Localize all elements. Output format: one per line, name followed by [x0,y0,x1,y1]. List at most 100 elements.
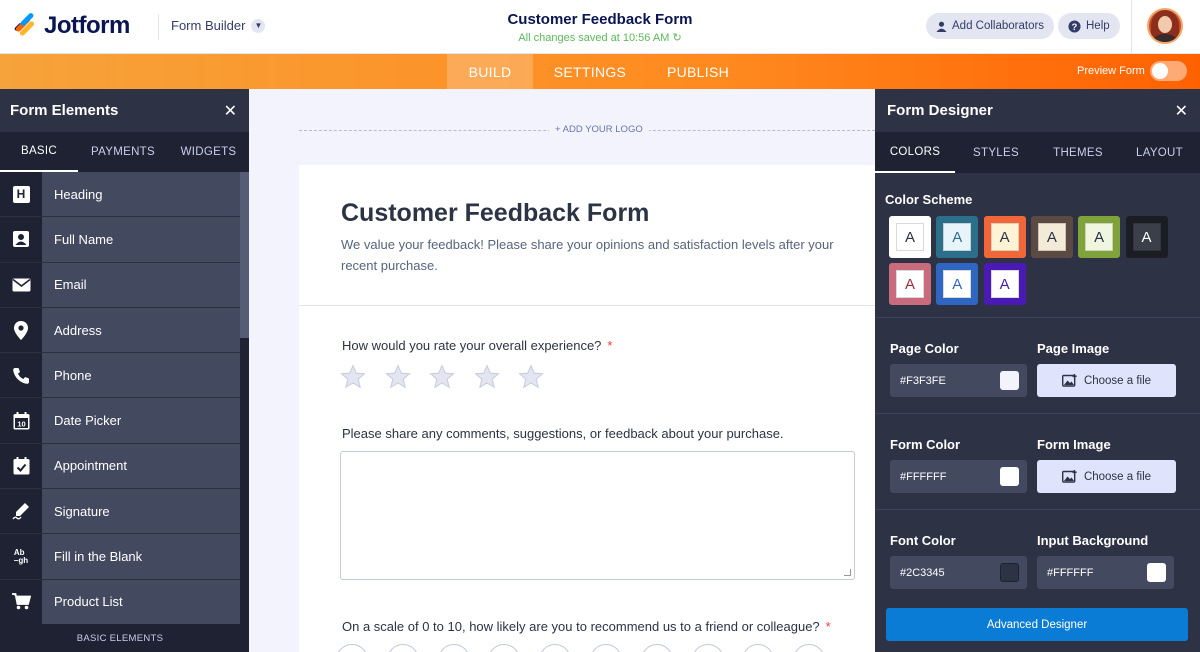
advanced-designer-button[interactable]: Advanced Designer [886,608,1188,641]
scale-option[interactable] [437,644,470,652]
form-description[interactable]: We value your feedback! Please share you… [341,234,841,276]
form-color-input[interactable]: #FFFFFF [890,460,1027,493]
color-scheme-label: Color Scheme [885,192,973,207]
color-scheme-option[interactable]: A [1125,216,1168,258]
scale-option[interactable] [488,644,521,652]
color-scheme-option[interactable]: A [936,216,979,258]
avatar[interactable] [1147,8,1183,44]
input-background-input[interactable]: #FFFFFF [1037,556,1174,589]
scrollbar-thumb[interactable] [240,172,249,338]
close-icon[interactable]: ✕ [1175,101,1188,121]
star-icon[interactable] [518,364,544,390]
comments-textarea[interactable] [340,451,855,580]
element-date-picker[interactable]: 10 Date Picker [0,398,240,444]
element-label: Address [42,307,240,353]
tab-basic[interactable]: BASIC [0,132,78,172]
form-image-label: Form Image [1037,437,1111,452]
tab-themes[interactable]: THEMES [1037,132,1119,173]
form-color-swatch[interactable] [1000,467,1019,486]
page-color-swatch[interactable] [1000,371,1019,390]
color-scheme-option[interactable]: A [983,216,1026,258]
add-logo-button[interactable]: + ADD YOUR LOGO [549,124,649,135]
color-scheme-letter: A [943,223,972,251]
scale-option[interactable] [640,644,673,652]
element-product-list[interactable]: Product List [0,579,240,625]
tab-publish[interactable]: PUBLISH [655,54,741,89]
tab-widgets[interactable]: WIDGETS [168,132,249,172]
scale-option[interactable] [793,644,826,652]
tab-styles[interactable]: STYLES [955,132,1037,173]
close-icon[interactable]: ✕ [224,101,237,121]
color-scheme-letter: A [943,270,972,298]
scale-option[interactable] [336,644,368,652]
question-comments[interactable]: Please share any comments, suggestions, … [342,426,784,441]
element-appointment[interactable]: Appointment [0,443,240,490]
tab-colors[interactable]: COLORS [875,132,955,173]
section-divider [875,509,1200,510]
color-scheme-letter: A [1037,223,1066,251]
question-rating[interactable]: How would you rate your overall experien… [342,338,612,353]
element-label: Signature [42,489,240,534]
question-nps[interactable]: On a scale of 0 to 10, how likely are yo… [342,619,831,634]
element-email[interactable]: Email [0,262,240,308]
resize-handle-icon[interactable] [844,569,851,576]
scale-option[interactable] [589,644,622,652]
star-rating[interactable] [340,364,563,390]
svg-text:?: ? [1072,21,1078,31]
color-scheme-option[interactable]: A [889,216,931,258]
scale-options[interactable] [336,644,844,652]
element-heading[interactable]: H Heading [0,172,240,218]
preview-form-toggle[interactable] [1150,61,1187,81]
page-color-input[interactable]: #F3F3FE [890,364,1027,397]
form-heading[interactable]: Customer Feedback Form [341,199,649,228]
font-color-label: Font Color [890,533,956,548]
scale-option[interactable] [691,644,724,652]
form-elements-header: Form Elements ✕ [0,89,249,132]
form-designer-header: Form Designer ✕ [875,89,1200,132]
element-label: Fill in the Blank [42,534,240,579]
form-title[interactable]: Customer Feedback Form [400,11,800,28]
color-scheme-letter: A [1085,223,1114,251]
page-image-button[interactable]: Choose a file [1037,364,1176,397]
tab-build[interactable]: BUILD [447,54,533,89]
envelope-icon [0,262,42,307]
tab-settings[interactable]: SETTINGS [540,54,640,89]
form-builder-menu[interactable]: Form Builder ▼ [171,18,266,33]
tab-layout[interactable]: LAYOUT [1119,132,1200,173]
section-divider [875,317,1200,318]
font-color-value: #2C3345 [900,566,945,579]
color-scheme-option[interactable]: A [889,263,931,305]
color-scheme-option[interactable]: A [1030,216,1073,258]
tab-payments[interactable]: PAYMENTS [78,132,168,172]
star-icon[interactable] [340,364,366,390]
element-label: Heading [42,172,240,217]
elements-scrollbar[interactable] [240,172,249,652]
star-icon[interactable] [473,364,500,390]
star-icon[interactable] [384,364,411,390]
form-image-button[interactable]: Choose a file [1037,460,1176,493]
pen-icon [0,489,42,534]
color-scheme-option[interactable]: A [983,263,1026,305]
help-button[interactable]: ? Help [1058,13,1120,39]
element-label: Full Name [42,217,240,262]
user-menu[interactable] [1131,0,1200,54]
map-pin-icon [0,307,42,353]
scale-option[interactable] [742,644,775,652]
element-address[interactable]: Address [0,307,240,354]
scale-option[interactable] [539,644,572,652]
page-color-label: Page Color [890,341,959,356]
form-elements-tabs: BASIC PAYMENTS WIDGETS [0,132,249,172]
scale-option[interactable] [386,644,419,652]
jotform-logo[interactable]: Jotform [12,12,130,40]
color-scheme-option[interactable]: A [1078,216,1121,258]
input-background-swatch[interactable] [1147,563,1166,582]
element-phone[interactable]: Phone [0,353,240,399]
font-color-input[interactable]: #2C3345 [890,556,1027,589]
element-full-name[interactable]: Full Name [0,217,240,263]
element-fill-in-the-blank[interactable]: Ab –gh Fill in the Blank [0,534,240,580]
add-collaborators-button[interactable]: Add Collaborators [926,13,1055,39]
font-color-swatch[interactable] [1000,563,1019,582]
star-icon[interactable] [429,364,455,390]
element-signature[interactable]: Signature [0,489,240,535]
color-scheme-option[interactable]: A [936,263,979,305]
